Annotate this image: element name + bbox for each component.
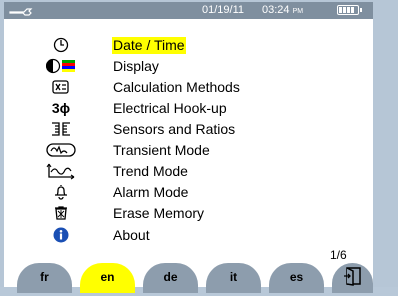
device-screen: 01/19/11 03:24 PM Date / Time Display Ca… (4, 2, 373, 293)
menu-item-label: Display (113, 58, 159, 74)
trash-icon (46, 203, 76, 223)
calculator-icon (46, 77, 76, 97)
bell-icon (46, 182, 76, 202)
status-time: 03:24 PM (262, 4, 304, 16)
device-frame: 01/19/11 03:24 PM Date / Time Display Ca… (0, 0, 398, 293)
trend-icon (46, 161, 76, 181)
language-tab-bar: fr en de it es (4, 263, 373, 293)
menu-item-transient-mode[interactable]: Transient Mode (4, 140, 373, 161)
menu-item-erase-memory[interactable]: Erase Memory (4, 203, 373, 224)
menu-item-label: Date / Time (112, 37, 186, 54)
menu-item-label: Electrical Hook-up (113, 100, 227, 116)
tab-de[interactable]: de (143, 263, 198, 293)
menu-item-label: Transient Mode (113, 142, 210, 158)
menu-item-about[interactable]: About (4, 225, 373, 246)
sensor-ratio-icon (46, 119, 76, 139)
menu-item-display[interactable]: Display (4, 56, 373, 77)
menu-item-label: About (113, 227, 150, 243)
menu-item-calculation-methods[interactable]: Calculation Methods (4, 77, 373, 98)
tab-es[interactable]: es (269, 263, 324, 293)
menu-item-trend-mode[interactable]: Trend Mode (4, 161, 373, 182)
menu-item-label: Trend Mode (113, 163, 188, 179)
transient-icon (46, 140, 76, 160)
menu-item-label: Sensors and Ratios (113, 121, 236, 137)
info-icon (46, 225, 76, 245)
clock-icon (46, 35, 76, 55)
menu-item-sensors-ratios[interactable]: Sensors and Ratios (4, 119, 373, 140)
menu-item-label: Alarm Mode (113, 184, 189, 200)
menu-item-electrical-hookup[interactable]: 3ϕ Electrical Hook-up (4, 98, 373, 119)
tab-it[interactable]: it (206, 263, 261, 293)
contrast-color-icon (46, 56, 76, 76)
status-date: 01/19/11 (202, 4, 245, 16)
menu-item-label: Calculation Methods (113, 79, 240, 95)
page-indicator: 1/6 (330, 248, 347, 262)
exit-button[interactable] (332, 263, 373, 293)
tab-en[interactable]: en (80, 263, 135, 293)
menu-item-date-time[interactable]: Date / Time (4, 35, 373, 56)
three-phase-icon: 3ϕ (51, 100, 71, 116)
wrench-icon (9, 8, 33, 16)
tab-fr[interactable]: fr (17, 263, 72, 293)
menu-item-alarm-mode[interactable]: Alarm Mode (4, 182, 373, 203)
menu-item-label: Erase Memory (113, 205, 205, 221)
status-bar: 01/19/11 03:24 PM (4, 2, 373, 19)
exit-icon (343, 267, 361, 286)
battery-icon (337, 5, 362, 15)
